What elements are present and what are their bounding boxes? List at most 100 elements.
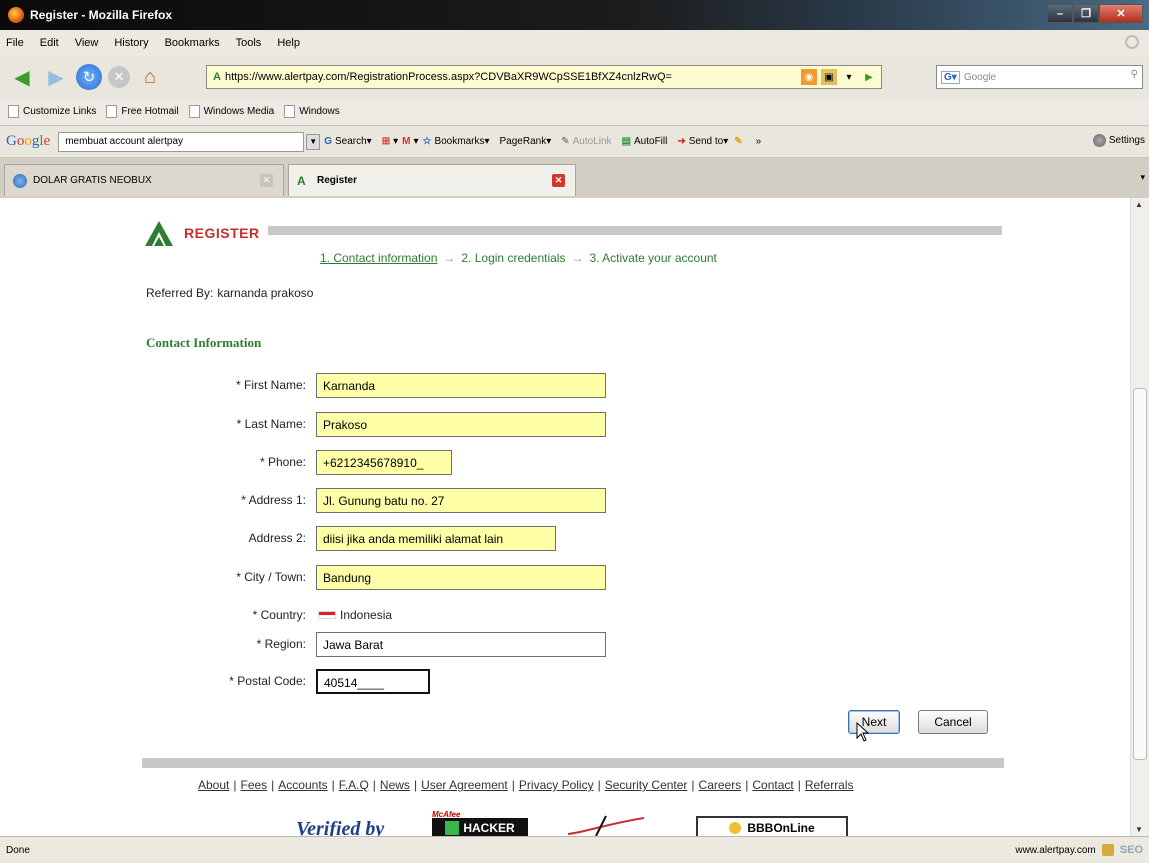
footer-link-privacy-policy[interactable]: Privacy Policy	[519, 778, 594, 792]
autofill-button[interactable]: ▤ AutoFill	[622, 136, 668, 147]
google-search-input[interactable]: membuat account alertpay	[58, 131, 305, 152]
google-logo[interactable]: Google	[6, 133, 50, 150]
step-contact-information[interactable]: 1. Contact information	[320, 251, 437, 265]
vertical-scrollbar[interactable]: ▲ ▼	[1130, 198, 1149, 836]
address-bar[interactable]: A https://www.alertpay.com/RegistrationP…	[206, 65, 882, 89]
scroll-up-arrow-icon[interactable]: ▲	[1135, 200, 1143, 209]
padlock-icon[interactable]: ▣	[821, 69, 837, 85]
secure-lock-icon[interactable]	[1101, 844, 1114, 856]
footer-link-careers[interactable]: Careers	[699, 778, 742, 792]
tab-dolar-gratis-neobux[interactable]: DOLAR GRATIS NEOBUX ✕	[4, 164, 284, 196]
registration-steps: 1. Contact information → 2. Login creden…	[320, 251, 723, 265]
cancel-button[interactable]: Cancel	[918, 710, 988, 734]
rss-feed-icon[interactable]: ◉	[801, 69, 817, 85]
country-value[interactable]: Indonesia	[318, 608, 392, 622]
forward-arrow-icon[interactable]: ▶	[42, 63, 70, 91]
footer-link-fees[interactable]: Fees	[240, 778, 267, 792]
footer-separator: |	[233, 778, 237, 792]
address1-input[interactable]: Jl. Gunung batu no. 27	[316, 488, 606, 513]
hacker-safe-box: HACKER	[432, 818, 528, 836]
toolbar-overflow-chevron[interactable]: »	[756, 136, 762, 147]
footer-separator: |	[597, 778, 601, 792]
gmail-icon: M	[402, 136, 411, 147]
toolbar-label: Search	[334, 136, 367, 147]
step-activate-account: 3. Activate your account	[589, 251, 717, 265]
verified-by-visa-badge[interactable]: Verified by	[296, 818, 384, 836]
section-title: Contact Information	[146, 335, 262, 350]
trust-badges: Verified by McAfee HACKER BBBOnLine	[296, 804, 856, 836]
footer-link-referrals[interactable]: Referrals	[805, 778, 854, 792]
scrollbar-thumb[interactable]	[1133, 388, 1147, 760]
scroll-down-arrow-icon[interactable]: ▼	[1135, 825, 1143, 834]
mcafee-hacker-safe-badge[interactable]: McAfee HACKER	[432, 808, 528, 836]
pagerank-indicator[interactable]: PageRank ▾	[500, 136, 552, 147]
autofill-icon: ▤	[621, 136, 631, 147]
menu-view[interactable]: View	[75, 37, 99, 49]
stop-icon[interactable]: ✕	[108, 66, 130, 88]
last-name-input[interactable]: Prakoso	[316, 412, 606, 437]
region-label: * Region:	[256, 637, 306, 651]
page-title: REGISTER	[184, 225, 260, 241]
menu-help[interactable]: Help	[277, 37, 300, 49]
tab-close-icon[interactable]: ✕	[260, 174, 273, 187]
reload-icon[interactable]: ↻	[76, 64, 102, 90]
menu-tools[interactable]: Tools	[236, 37, 262, 49]
footer-link-user-agreement[interactable]: User Agreement	[421, 778, 508, 792]
autolink-button[interactable]: ✎ AutoLink	[561, 136, 611, 147]
search-engine-icon[interactable]: G▾	[941, 70, 960, 84]
toolbar-label: Settings	[1108, 135, 1145, 146]
bookmark-label: Customize Links	[23, 106, 97, 117]
page-icon	[8, 105, 19, 118]
go-arrow-icon[interactable]: ▶	[861, 69, 877, 85]
history-dropdown-icon[interactable]: ▾	[841, 69, 857, 85]
bookmark-windows-media[interactable]: Windows Media	[188, 105, 274, 118]
footer-link-about[interactable]: About	[198, 778, 229, 792]
status-right: www.alertpay.com SEO	[1015, 844, 1143, 856]
footer-link-security-center[interactable]: Security Center	[605, 778, 688, 792]
menu-edit[interactable]: Edit	[40, 37, 59, 49]
search-bar[interactable]: G▾ Google ⚲	[936, 65, 1143, 89]
back-arrow-icon[interactable]: ◀	[8, 63, 36, 91]
footer-separator: |	[372, 778, 376, 792]
navigation-toolbar: ◀ ▶ ↻ ✕ ⌂ A https://www.alertpay.com/Reg…	[0, 56, 1149, 98]
footer-link-accounts[interactable]: Accounts	[278, 778, 327, 792]
send-to-button[interactable]: ➜ Send to ▾ ✎	[677, 136, 745, 147]
tab-list-chevron-icon[interactable]: ▾	[1140, 172, 1145, 183]
footer-link-news[interactable]: News	[380, 778, 410, 792]
phone-input[interactable]: +6212345678910_	[316, 450, 452, 475]
bbb-torch-icon	[729, 822, 742, 834]
menu-bookmarks[interactable]: Bookmarks	[165, 37, 220, 49]
google-bookmarks-button[interactable]: ⊞ ▾ M ▾ ☆ Bookmarks ▾	[382, 136, 490, 147]
footer-link-contact[interactable]: Contact	[752, 778, 793, 792]
bookmark-customize-links[interactable]: Customize Links	[8, 105, 96, 118]
tab-close-icon[interactable]: ✕	[552, 174, 565, 187]
magnifier-icon[interactable]: ⚲	[1131, 69, 1138, 80]
google-search-dropdown[interactable]: ▼	[306, 133, 321, 150]
menu-history[interactable]: History	[114, 37, 148, 49]
close-window-button[interactable]: ✕	[1099, 4, 1143, 23]
minimize-button[interactable]: –	[1047, 4, 1073, 23]
google-settings-button[interactable]: Settings	[1092, 134, 1145, 147]
bookmark-free-hotmail[interactable]: Free Hotmail	[106, 105, 179, 118]
home-icon[interactable]: ⌂	[136, 63, 164, 91]
postal-code-input[interactable]: 40514____	[316, 669, 430, 694]
tab-label: DOLAR GRATIS NEOBUX	[33, 175, 152, 186]
register-header: REGISTER	[142, 218, 260, 248]
address2-input[interactable]: diisi jika anda memiliki alamat lain	[316, 526, 556, 551]
google-search-button[interactable]: G Search ▾	[324, 136, 372, 147]
menu-file[interactable]: File	[6, 37, 24, 49]
footer-link-faq[interactable]: F.A.Q	[339, 778, 369, 792]
bookmark-windows[interactable]: Windows	[284, 105, 340, 118]
postal-code-label: * Postal Code:	[229, 674, 306, 688]
address2-label: Address 2:	[248, 531, 306, 545]
page-icon	[284, 105, 296, 118]
seo-indicator[interactable]: SEO	[1120, 844, 1143, 856]
tab-register[interactable]: A Register ✕	[288, 164, 576, 196]
footer-separator: |	[797, 778, 801, 792]
maximize-button[interactable]: ❐	[1073, 4, 1099, 23]
address-bar-actions: ◉ ▣ ▾ ▶	[797, 69, 877, 85]
city-input[interactable]: Bandung	[316, 565, 606, 590]
first-name-input[interactable]: Karnanda	[316, 373, 606, 398]
bbb-online-badge[interactable]: BBBOnLine	[696, 816, 848, 836]
region-input[interactable]: Jawa Barat	[316, 632, 606, 657]
